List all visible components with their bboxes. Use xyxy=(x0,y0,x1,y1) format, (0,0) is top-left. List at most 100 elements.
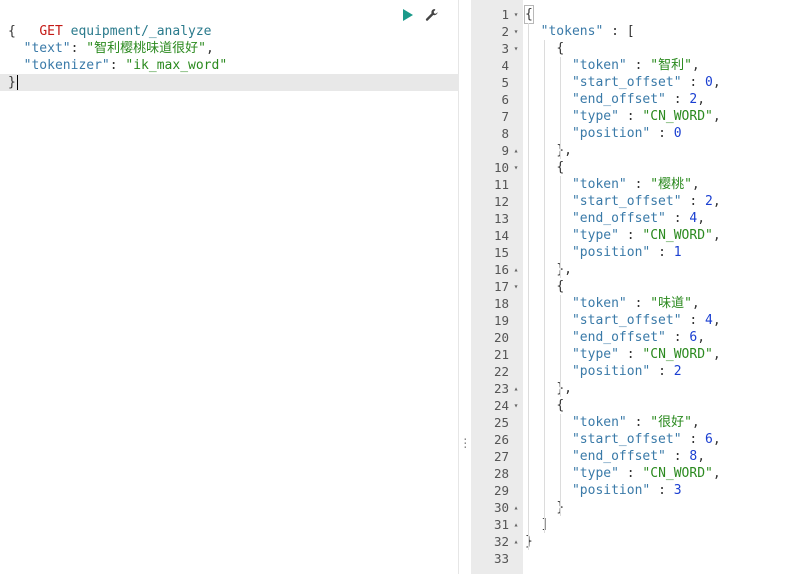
code-line: "start_offset" : 0, xyxy=(523,74,786,91)
line-number-row: 24 ▾ xyxy=(471,397,523,414)
request-body-line[interactable]: "text": "智利樱桃味道很好", xyxy=(0,40,459,57)
json-number-value: 0 xyxy=(673,126,682,141)
line-number-row: 12 xyxy=(471,193,523,210)
json-comma: , xyxy=(712,228,721,243)
json-key: "start_offset" xyxy=(571,432,682,447)
json-punct: : xyxy=(650,245,674,260)
json-punct: : xyxy=(618,347,643,362)
json-comma: , xyxy=(691,296,700,311)
code-line: "position" : 2 xyxy=(523,363,786,380)
line-number: 9 xyxy=(501,143,509,158)
fold-end-icon[interactable]: ▴ xyxy=(512,516,520,533)
request-line[interactable]: GET equipment/_analyze xyxy=(0,6,459,39)
code-line: "type" : "CN_WORD", xyxy=(523,108,786,125)
request-editor[interactable]: GET equipment/_analyze { "text": "智利樱桃味道… xyxy=(0,0,459,574)
json-key: "start_offset" xyxy=(571,313,682,328)
fold-open-icon[interactable]: ▾ xyxy=(512,397,520,414)
code-line: "token" : "很好", xyxy=(523,414,786,431)
json-key: "end_offset" xyxy=(571,211,666,226)
fold-end-icon[interactable]: ▴ xyxy=(512,261,520,278)
line-number-row: 28 xyxy=(471,465,523,482)
line-number: 3 xyxy=(501,41,509,56)
fold-end-icon[interactable]: ▴ xyxy=(512,533,520,550)
line-number-row: 31 ▴ xyxy=(471,516,523,533)
code-line: "position" : 0 xyxy=(523,125,786,142)
json-punct: : xyxy=(665,449,690,464)
line-number: 24 xyxy=(493,398,509,413)
json-brace: { xyxy=(524,5,534,24)
line-number: 5 xyxy=(501,75,509,90)
fold-open-icon[interactable]: ▾ xyxy=(512,23,520,40)
json-comma: , xyxy=(712,194,721,209)
json-punct: : xyxy=(650,483,674,498)
line-number-row: 32 ▴ xyxy=(471,533,523,550)
pane-splitter[interactable]: · · · xyxy=(459,0,471,574)
line-number: 6 xyxy=(501,92,509,107)
line-number-row: 5 xyxy=(471,74,523,91)
line-number: 14 xyxy=(493,228,509,243)
json-comma: , xyxy=(691,415,700,430)
line-number: 11 xyxy=(493,177,509,192)
code-line: { xyxy=(523,397,786,414)
json-number-value: 2 xyxy=(673,364,682,379)
request-body-line[interactable]: } xyxy=(0,74,459,91)
json-string-value: "智利樱桃味道很好" xyxy=(86,41,206,56)
json-key: "token" xyxy=(571,58,627,73)
wrench-icon[interactable] xyxy=(424,7,440,23)
fold-end-icon[interactable]: ▴ xyxy=(512,499,520,516)
json-brace: }, xyxy=(556,381,572,396)
code-line: ] xyxy=(523,516,786,533)
line-number: 4 xyxy=(501,58,509,73)
line-number: 8 xyxy=(501,126,509,141)
line-number-row: 21 xyxy=(471,346,523,363)
json-key: "text" xyxy=(23,41,71,56)
line-number-row: 26 xyxy=(471,431,523,448)
line-number-row: 7 xyxy=(471,108,523,125)
code-line: "end_offset" : 4, xyxy=(523,210,786,227)
request-toolbar xyxy=(400,6,440,24)
request-body-line[interactable]: { xyxy=(0,23,459,40)
json-string-value: "樱桃" xyxy=(650,177,692,192)
line-number: 25 xyxy=(493,415,509,430)
fold-end-icon[interactable]: ▴ xyxy=(512,380,520,397)
drag-handle-icon[interactable]: · · · xyxy=(462,434,469,453)
code-line: "position" : 1 xyxy=(523,244,786,261)
json-string-value: "CN_WORD" xyxy=(642,109,713,124)
line-number: 23 xyxy=(493,381,509,396)
line-number-row: 29 xyxy=(471,482,523,499)
text-cursor xyxy=(16,75,18,90)
json-punct: : xyxy=(650,126,674,141)
json-string-value: "ik_max_word" xyxy=(125,58,228,73)
json-comma: , xyxy=(697,92,706,107)
play-icon[interactable] xyxy=(400,7,416,23)
request-body-line[interactable]: "tokenizer": "ik_max_word" xyxy=(0,57,459,74)
fold-open-icon[interactable]: ▾ xyxy=(512,6,520,23)
line-number-row: 13 xyxy=(471,210,523,227)
line-number: 12 xyxy=(493,194,509,209)
json-string-value: "味道" xyxy=(650,296,692,311)
fold-open-icon[interactable]: ▾ xyxy=(512,40,520,57)
line-number: 33 xyxy=(493,551,509,566)
line-number-row: 2 ▾ xyxy=(471,23,523,40)
json-punct: : xyxy=(665,330,690,345)
line-number-row: 11 xyxy=(471,176,523,193)
line-number-row: 1 ▾ xyxy=(471,6,523,23)
line-number: 18 xyxy=(493,296,509,311)
json-punct: : xyxy=(626,415,651,430)
json-brace: { xyxy=(8,24,16,39)
line-number: 15 xyxy=(493,245,509,260)
json-punct: : xyxy=(618,109,643,124)
fold-open-icon[interactable]: ▾ xyxy=(512,278,520,295)
code-line: "token" : "味道", xyxy=(523,295,786,312)
line-number-row: 17 ▾ xyxy=(471,278,523,295)
json-brace: { xyxy=(556,41,565,56)
json-key: "end_offset" xyxy=(571,449,666,464)
fold-end-icon[interactable]: ▴ xyxy=(512,142,520,159)
code-line: "start_offset" : 6, xyxy=(523,431,786,448)
json-comma: , xyxy=(691,177,700,192)
json-comma: , xyxy=(712,109,721,124)
fold-open-icon[interactable]: ▾ xyxy=(512,159,520,176)
json-key: "type" xyxy=(571,109,619,124)
json-comma: , xyxy=(712,432,721,447)
line-number: 30 xyxy=(493,500,509,515)
